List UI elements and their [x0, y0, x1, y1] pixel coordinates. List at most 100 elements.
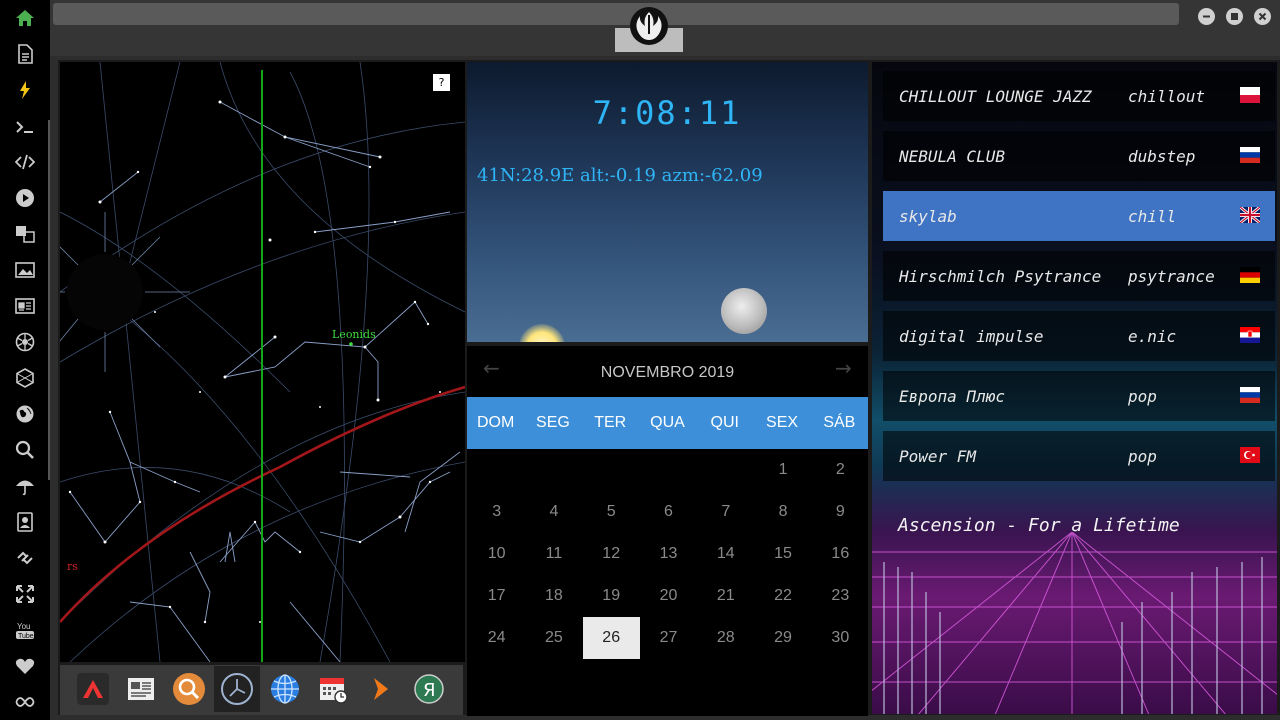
calendar-day[interactable]: 14 [697, 533, 754, 575]
calendar-day[interactable]: 29 [754, 617, 811, 659]
station-item[interactable]: CHILLOUT LOUNGE JAZZ chillout [883, 71, 1275, 121]
calendar: ← NOVEMBRO 2019 → DOM SEG TER QUA QUI SEX SÁB … [467, 346, 868, 716]
next-month-button[interactable]: → [835, 356, 852, 380]
clock-app-icon[interactable] [214, 666, 260, 712]
turkey-flag [1240, 447, 1260, 463]
calendar-day[interactable]: 7 [697, 491, 754, 533]
calendar-day[interactable]: 10 [468, 533, 525, 575]
station-genre: chillout [1128, 86, 1206, 106]
calendar-day[interactable]: 27 [640, 617, 697, 659]
maximize-button[interactable] [1226, 8, 1243, 25]
rebel-alliance-icon [629, 6, 669, 46]
calendar-day[interactable]: 25 [525, 617, 582, 659]
document-icon[interactable] [13, 42, 37, 66]
radio-panel: CHILLOUT LOUNGE JAZZ chillout NEBULA CLUB d… [872, 62, 1277, 714]
play-icon[interactable] [13, 186, 37, 210]
calendar-app-icon[interactable] [314, 670, 352, 708]
dock: Я [60, 665, 463, 715]
station-name: Hirschmilch Psytrance [899, 266, 1102, 286]
calendar-day[interactable]: 21 [697, 575, 754, 617]
coordinates-readout: 41N:28.9E alt:-0.19 azm:-62.09 [477, 165, 763, 186]
calendar-day[interactable]: 8 [754, 491, 811, 533]
calendar-day[interactable]: 9 [812, 491, 869, 533]
calendar-day[interactable]: 23 [812, 575, 869, 617]
station-genre: pop [1128, 386, 1157, 406]
globe-icon[interactable] [13, 402, 37, 426]
weekday-label: QUA [650, 414, 685, 431]
search-app-icon[interactable] [170, 670, 208, 708]
app-launcher-icon[interactable] [74, 670, 112, 708]
hexagon-icon[interactable] [13, 366, 37, 390]
play-arrow-icon[interactable] [362, 670, 400, 708]
translate-icon[interactable] [13, 222, 37, 246]
calendar-day[interactable]: 3 [468, 491, 525, 533]
station-item-active[interactable]: skylab chill [883, 191, 1275, 241]
calendar-grid: 1 2 3 4 5 6 7 8 9 10 11 12 13 14 15 16 17 18 19 20 21 22 23 24 2… [468, 449, 869, 659]
contact-icon[interactable] [13, 510, 37, 534]
weekday-label: TER [594, 414, 627, 431]
aperture-icon[interactable] [13, 330, 37, 354]
calendar-day[interactable]: 13 [640, 533, 697, 575]
now-playing-title: Ascension - For a Lifetime [898, 515, 1180, 536]
calendar-day[interactable]: 28 [697, 617, 754, 659]
image-icon[interactable] [13, 258, 37, 282]
top-bar [50, 0, 1280, 56]
heart-icon[interactable] [13, 654, 37, 678]
station-genre: psytrance [1128, 266, 1215, 286]
star-map[interactable]: Leonids rs ? [60, 62, 465, 662]
calendar-month-title: NOVEMBRO 2019 [600, 364, 735, 381]
sidebar-scrollbar[interactable] [48, 120, 50, 480]
weekday-header: DOM SEG TER QUA QUI SEX SÁB [467, 397, 868, 449]
meteor-shower-label: Leonids [332, 328, 376, 341]
help-button[interactable]: ? [433, 74, 450, 91]
lightning-icon[interactable] [13, 78, 37, 102]
fullscreen-icon[interactable] [13, 582, 37, 606]
youtube-icon[interactable]: You Tube [13, 618, 37, 642]
calendar-day [525, 449, 582, 491]
station-item[interactable]: digital impulse e.nic [883, 311, 1275, 361]
link-icon[interactable] [13, 546, 37, 570]
calendar-day[interactable]: 2 [812, 449, 869, 491]
calendar-day[interactable]: 4 [525, 491, 582, 533]
calendar-week-row: 3456789 [468, 491, 869, 533]
weekday-label: SEG [536, 414, 570, 431]
close-button[interactable] [1254, 8, 1271, 25]
yandex-icon[interactable]: Я [410, 670, 448, 708]
calendar-day[interactable]: 6 [640, 491, 697, 533]
calendar-day[interactable]: 22 [754, 575, 811, 617]
minimize-button[interactable] [1198, 8, 1215, 25]
news-reader-icon[interactable] [122, 670, 160, 708]
uk-flag [1240, 207, 1260, 223]
station-item[interactable]: NEBULA CLUB dubstep [883, 131, 1275, 181]
search-icon[interactable] [13, 438, 37, 462]
calendar-day[interactable]: 24 [468, 617, 525, 659]
sun-icon [519, 324, 565, 342]
calendar-day[interactable]: 12 [583, 533, 640, 575]
calendar-day[interactable]: 16 [812, 533, 869, 575]
calendar-day[interactable]: 19 [583, 575, 640, 617]
browser-globe-icon[interactable] [266, 670, 304, 708]
calendar-day[interactable]: 11 [525, 533, 582, 575]
station-item[interactable]: Hirschmilch Psytrance psytrance [883, 251, 1275, 301]
calendar-day[interactable]: 30 [812, 617, 869, 659]
home-icon[interactable] [13, 6, 37, 30]
station-item[interactable]: Европа Плюс pop [883, 371, 1275, 421]
calendar-day[interactable]: 18 [525, 575, 582, 617]
russia-flag [1240, 147, 1260, 163]
address-bar[interactable] [53, 3, 1179, 25]
umbrella-icon[interactable] [13, 474, 37, 498]
calendar-day-today[interactable]: 26 [582, 617, 640, 659]
infinity-icon[interactable] [13, 690, 37, 714]
news-icon[interactable] [13, 294, 37, 318]
calendar-day[interactable]: 20 [640, 575, 697, 617]
station-item[interactable]: Power FM pop [883, 431, 1275, 481]
calendar-day[interactable]: 1 [754, 449, 811, 491]
station-name: NEBULA CLUB [899, 146, 1005, 166]
calendar-day [640, 449, 697, 491]
terminal-icon[interactable] [13, 115, 37, 139]
code-icon[interactable] [13, 150, 37, 174]
calendar-day[interactable]: 5 [583, 491, 640, 533]
calendar-day[interactable]: 17 [468, 575, 525, 617]
star-chart-canvas: Leonids rs [60, 62, 465, 662]
calendar-day[interactable]: 15 [754, 533, 811, 575]
